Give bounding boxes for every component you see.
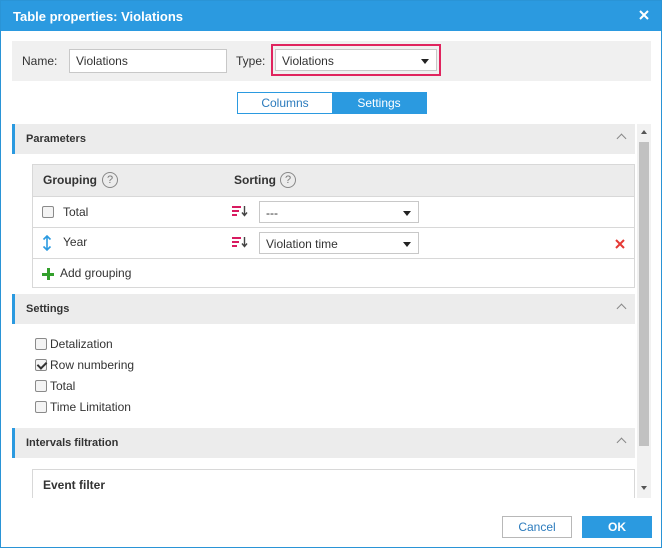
chevron-down-icon — [421, 59, 429, 64]
vertical-scrollbar[interactable] — [637, 124, 651, 498]
properties-scroll-area: Parameters Grouping ? Sorting ? Total --… — [12, 124, 651, 498]
tab-columns[interactable]: Columns — [238, 93, 332, 113]
section-intervals-title: Intervals filtration — [26, 437, 119, 449]
sort-select-year[interactable]: Violation time — [259, 232, 419, 254]
total-checkbox[interactable] — [35, 380, 47, 392]
ok-button[interactable]: OK — [582, 516, 652, 538]
sorting-help-icon[interactable]: ? — [280, 172, 296, 188]
total-grouping-checkbox[interactable] — [42, 206, 54, 218]
up-down-arrow-icon[interactable] — [42, 235, 52, 251]
chevron-down-icon — [403, 211, 411, 216]
section-parameters-header[interactable]: Parameters — [12, 124, 635, 154]
grouping-row-year: Year Violation time — [33, 227, 634, 258]
detalization-checkbox[interactable] — [35, 338, 47, 350]
sort-select-value: --- — [266, 206, 278, 220]
event-filter-box: Event filter — [32, 469, 635, 498]
chevron-down-icon — [403, 242, 411, 247]
scroll-down-icon[interactable] — [641, 486, 647, 490]
plus-icon[interactable] — [42, 268, 54, 280]
option-label: Detalization — [50, 337, 113, 351]
scrollbar-thumb[interactable] — [639, 142, 649, 446]
delete-icon[interactable] — [614, 238, 626, 250]
name-type-bar: Name: Type: Violations — [12, 41, 651, 81]
section-settings-header[interactable]: Settings — [12, 294, 635, 324]
option-label: Time Limitation — [50, 400, 131, 414]
section-parameters-title: Parameters — [26, 133, 86, 145]
close-icon[interactable] — [637, 8, 651, 22]
section-settings-title: Settings — [26, 303, 70, 315]
dialog-titlebar: Table properties: Violations — [1, 1, 661, 31]
grouping-table-header: Grouping ? Sorting ? — [33, 165, 634, 196]
cancel-button[interactable]: Cancel — [502, 516, 572, 538]
tab-settings[interactable]: Settings — [332, 93, 426, 113]
type-select[interactable]: Violations — [275, 49, 437, 71]
dialog-title: Table properties: Violations — [13, 9, 183, 24]
grouping-row-total: Total --- — [33, 196, 634, 227]
name-input[interactable] — [69, 49, 227, 73]
grouping-table: Grouping ? Sorting ? Total --- Year Viol… — [32, 164, 635, 288]
type-select-value: Violations — [282, 54, 334, 68]
event-filter-title: Event filter — [43, 478, 106, 492]
option-label: Row numbering — [50, 358, 135, 372]
grouping-help-icon[interactable]: ? — [102, 172, 118, 188]
chevron-up-icon[interactable] — [616, 303, 627, 314]
sorting-header: Sorting — [234, 173, 276, 187]
chevron-up-icon[interactable] — [616, 437, 627, 448]
row-numbering-checkbox[interactable] — [35, 359, 47, 371]
sort-select-value: Violation time — [266, 237, 338, 251]
dialog-footer: Cancel OK — [1, 506, 661, 547]
chevron-up-icon[interactable] — [616, 133, 627, 144]
time-limitation-checkbox[interactable] — [35, 401, 47, 413]
add-grouping-row[interactable]: Add grouping — [33, 258, 634, 288]
name-label: Name: — [22, 54, 58, 68]
option-label: Total — [50, 379, 76, 393]
add-grouping-link[interactable]: Add grouping — [60, 266, 131, 280]
grouping-row-label: Total — [63, 205, 89, 219]
scroll-up-icon[interactable] — [641, 130, 647, 134]
sort-order-icon[interactable] — [232, 236, 248, 250]
section-intervals-header[interactable]: Intervals filtration — [12, 428, 635, 458]
tab-switcher: Columns Settings — [237, 92, 427, 114]
sort-select-total[interactable]: --- — [259, 201, 419, 223]
sort-order-icon[interactable] — [232, 205, 248, 219]
grouping-header: Grouping — [43, 173, 97, 187]
type-select-highlight: Violations — [271, 44, 441, 76]
type-label: Type: — [236, 54, 266, 68]
grouping-row-label: Year — [63, 235, 88, 249]
table-properties-dialog: Table properties: Violations Name: Type:… — [0, 0, 662, 548]
